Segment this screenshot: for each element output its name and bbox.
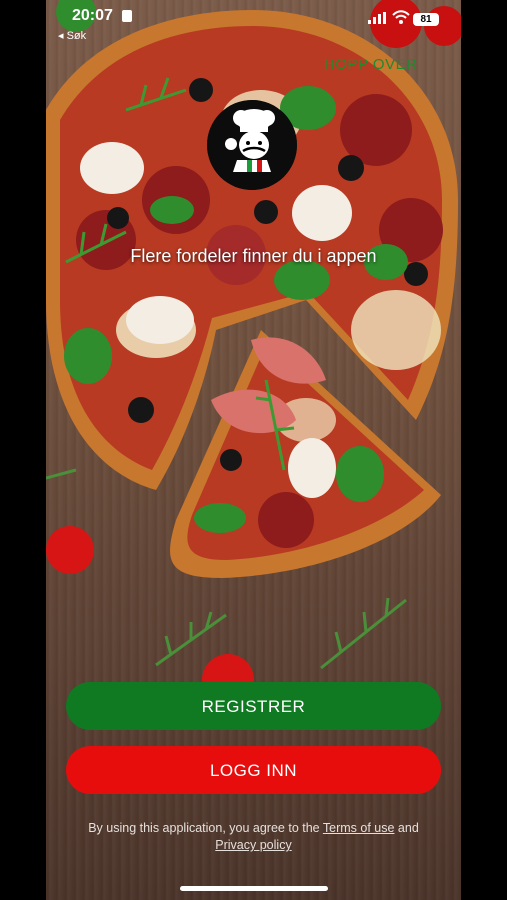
- privacy-policy-link[interactable]: Privacy policy: [215, 838, 291, 852]
- home-indicator[interactable]: [180, 886, 328, 891]
- cellular-signal-icon: [368, 12, 386, 24]
- terms-of-use-link[interactable]: Terms of use: [323, 821, 395, 835]
- promo-text: Flere fordeler finner du i appen: [130, 246, 377, 266]
- register-button[interactable]: REGISTRER: [66, 682, 441, 730]
- terms-and: and: [397, 821, 419, 835]
- battery-icon: 81: [413, 13, 439, 26]
- login-button[interactable]: LOGG INN: [66, 746, 441, 794]
- id-badge-icon: [122, 10, 132, 22]
- restaurant-logo: [207, 100, 297, 190]
- terms-notice: By using this application, you agree to …: [56, 820, 451, 854]
- status-time: 20:07: [72, 7, 113, 24]
- skip-button[interactable]: HOPP OVER: [324, 56, 417, 73]
- back-to-search-link[interactable]: ◂ Søk: [58, 29, 86, 42]
- terms-prefix: By using this application, you agree to …: [88, 821, 320, 835]
- status-bar: 20:07 ◂ Søk 81: [46, 0, 461, 44]
- app-screen: 20:07 ◂ Søk 81 HOPP OVER Flere fordeler …: [46, 0, 461, 900]
- chef-logo-icon: [207, 100, 297, 190]
- wifi-icon: [392, 10, 410, 24]
